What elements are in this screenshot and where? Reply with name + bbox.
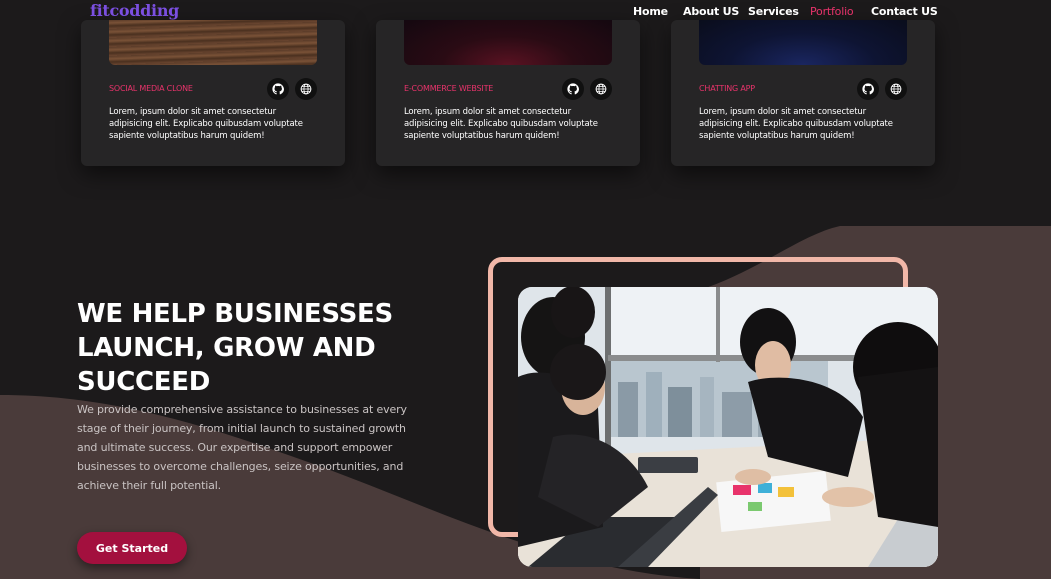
card-icons: [857, 78, 907, 100]
hero-description: We provide comprehensive assistance to b…: [77, 403, 407, 492]
get-started-button[interactable]: Get Started: [77, 532, 187, 564]
hero-title: WE HELP BUSINESSES LAUNCH, GROW AND SUCC…: [77, 299, 393, 397]
card-icons: [562, 78, 612, 100]
card-description: Lorem, ipsum dolor sit amet consectetur …: [699, 107, 893, 141]
navbar: fitcodding Home About US Services Portfo…: [0, 0, 1051, 24]
card-description: Lorem, ipsum dolor sit amet consectetur …: [404, 107, 598, 141]
card-description: Lorem, ipsum dolor sit amet consectetur …: [109, 107, 303, 141]
portfolio-cards: SOCIAL MEDIA CLONE Lorem, ipsum dolor si…: [0, 0, 1051, 170]
github-icon[interactable]: [857, 78, 879, 100]
github-icon[interactable]: [562, 78, 584, 100]
nav-links: Home About US Services Portfolio Contact…: [0, 5, 1051, 21]
nav-link-home[interactable]: Home: [633, 5, 668, 18]
portfolio-card-social-media: SOCIAL MEDIA CLONE Lorem, ipsum dolor si…: [81, 20, 345, 166]
nav-link-portfolio[interactable]: Portfolio: [810, 5, 854, 18]
portfolio-card-ecommerce: E-COMMERCE WEBSITE Lorem, ipsum dolor si…: [376, 20, 640, 166]
card-icons: [267, 78, 317, 100]
team-photo-illustration: [518, 287, 938, 567]
globe-icon[interactable]: [590, 78, 612, 100]
portfolio-card-chatting-app: CHATTING APP Lorem, ipsum dolor sit amet…: [671, 20, 935, 166]
globe-icon[interactable]: [885, 78, 907, 100]
nav-link-about[interactable]: About US: [683, 5, 739, 18]
nav-link-contact[interactable]: Contact US: [871, 5, 938, 18]
nav-link-services[interactable]: Services: [748, 5, 799, 18]
github-icon[interactable]: [267, 78, 289, 100]
card-title: SOCIAL MEDIA CLONE: [109, 84, 193, 93]
card-image: [109, 20, 317, 65]
card-title: E-COMMERCE WEBSITE: [404, 84, 494, 93]
card-image: [404, 20, 612, 65]
card-title: CHATTING APP: [699, 84, 755, 93]
globe-icon[interactable]: [295, 78, 317, 100]
team-photo: [518, 287, 938, 567]
card-image: [699, 20, 907, 65]
